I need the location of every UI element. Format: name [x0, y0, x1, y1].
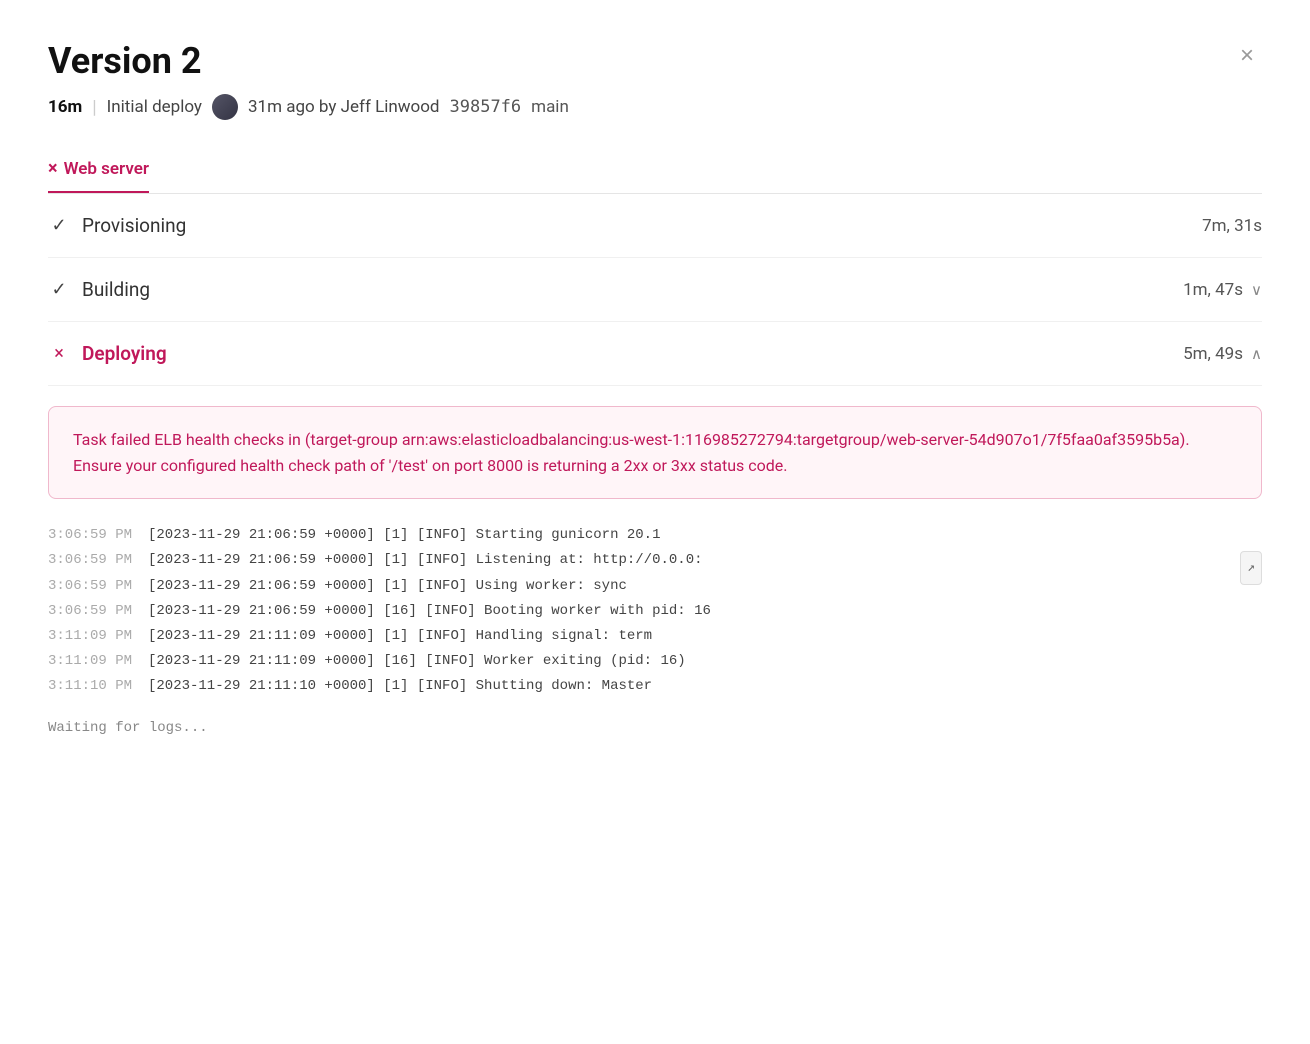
deploy-commit: 39857f6: [450, 97, 522, 117]
log-content: [2023-11-29 21:06:59 +0000] [16] [INFO] …: [148, 599, 711, 624]
step-provisioning[interactable]: ✓ Provisioning 7m, 31s: [48, 194, 1262, 258]
step-deploying[interactable]: × Deploying 5m, 49s ∧: [48, 322, 1262, 385]
deploying-chevron-up-icon: ∧: [1251, 345, 1262, 363]
log-timestamp: 3:06:59 PM: [48, 548, 148, 573]
log-line: 3:06:59 PM [2023-11-29 21:06:59 +0000] […: [48, 548, 1262, 573]
tabs-bar: × Web server: [48, 148, 1262, 194]
page-header: Version 2 ×: [48, 40, 1262, 82]
step-provisioning-left: ✓ Provisioning: [48, 214, 186, 237]
close-button[interactable]: ×: [1232, 40, 1262, 72]
deploy-duration: 16m: [48, 97, 82, 117]
building-check-icon: ✓: [48, 279, 70, 300]
expand-log-button[interactable]: ↗: [1240, 551, 1262, 584]
deploying-label: Deploying: [82, 342, 167, 365]
building-chevron-down-icon: ∨: [1251, 281, 1262, 299]
page-title: Version 2: [48, 40, 202, 82]
deploy-meta: 16m | Initial deploy 31m ago by Jeff Lin…: [48, 94, 1262, 120]
log-content: [2023-11-29 21:06:59 +0000] [1] [INFO] U…: [148, 574, 627, 599]
log-line: 3:06:59 PM [2023-11-29 21:06:59 +0000] […: [48, 599, 1262, 624]
steps-list: ✓ Provisioning 7m, 31s ✓ Building 1m, 47…: [48, 194, 1262, 386]
log-lines: 3:06:59 PM [2023-11-29 21:06:59 +0000] […: [48, 523, 1262, 699]
provisioning-time: 7m, 31s: [1202, 216, 1262, 236]
log-content: [2023-11-29 21:11:09 +0000] [16] [INFO] …: [148, 649, 686, 674]
avatar-image: [212, 94, 238, 120]
tab-error-icon: ×: [48, 158, 58, 179]
tab-web-server[interactable]: × Web server: [48, 148, 149, 193]
building-right: 1m, 47s ∨: [1183, 280, 1262, 300]
deploying-time: 5m, 49s: [1183, 344, 1243, 364]
building-time: 1m, 47s: [1183, 280, 1243, 300]
log-timestamp: 3:06:59 PM: [48, 523, 148, 548]
log-content: [2023-11-29 21:11:09 +0000] [1] [INFO] H…: [148, 624, 652, 649]
waiting-text: Waiting for logs...: [48, 716, 1262, 741]
log-line: 3:11:10 PM [2023-11-29 21:11:10 +0000] […: [48, 674, 1262, 699]
building-label: Building: [82, 278, 150, 301]
provisioning-label: Provisioning: [82, 214, 186, 237]
step-building[interactable]: ✓ Building 1m, 47s ∨: [48, 258, 1262, 322]
log-timestamp: 3:11:09 PM: [48, 624, 148, 649]
step-deploying-left: × Deploying: [48, 342, 167, 365]
log-content: [2023-11-29 21:06:59 +0000] [1] [INFO] S…: [148, 523, 660, 548]
log-line: 3:11:09 PM [2023-11-29 21:11:09 +0000] […: [48, 624, 1262, 649]
log-timestamp: 3:11:10 PM: [48, 674, 148, 699]
log-content: [2023-11-29 21:11:10 +0000] [1] [INFO] S…: [148, 674, 652, 699]
error-message: Task failed ELB health checks in (target…: [73, 427, 1237, 478]
log-area: ↗ 3:06:59 PM [2023-11-29 21:06:59 +0000]…: [48, 523, 1262, 741]
error-box: Task failed ELB health checks in (target…: [48, 406, 1262, 499]
deploying-error-icon: ×: [48, 343, 70, 364]
deploy-branch: main: [531, 97, 569, 117]
tab-label: Web server: [64, 159, 149, 179]
step-building-left: ✓ Building: [48, 278, 150, 301]
deploy-time-ago: 31m ago by Jeff Linwood: [248, 97, 440, 117]
deploying-right: 5m, 49s ∧: [1183, 344, 1262, 364]
avatar: [212, 94, 238, 120]
meta-separator: |: [92, 97, 96, 118]
deploy-description: Initial deploy: [107, 97, 202, 117]
provisioning-check-icon: ✓: [48, 215, 70, 236]
log-timestamp: 3:11:09 PM: [48, 649, 148, 674]
log-timestamp: 3:06:59 PM: [48, 599, 148, 624]
log-line: 3:11:09 PM [2023-11-29 21:11:09 +0000] […: [48, 649, 1262, 674]
log-line: 3:06:59 PM [2023-11-29 21:06:59 +0000] […: [48, 574, 1262, 599]
log-line: 3:06:59 PM [2023-11-29 21:06:59 +0000] […: [48, 523, 1262, 548]
provisioning-duration: 7m, 31s: [1202, 216, 1262, 236]
log-timestamp: 3:06:59 PM: [48, 574, 148, 599]
log-content: [2023-11-29 21:06:59 +0000] [1] [INFO] L…: [148, 548, 703, 573]
